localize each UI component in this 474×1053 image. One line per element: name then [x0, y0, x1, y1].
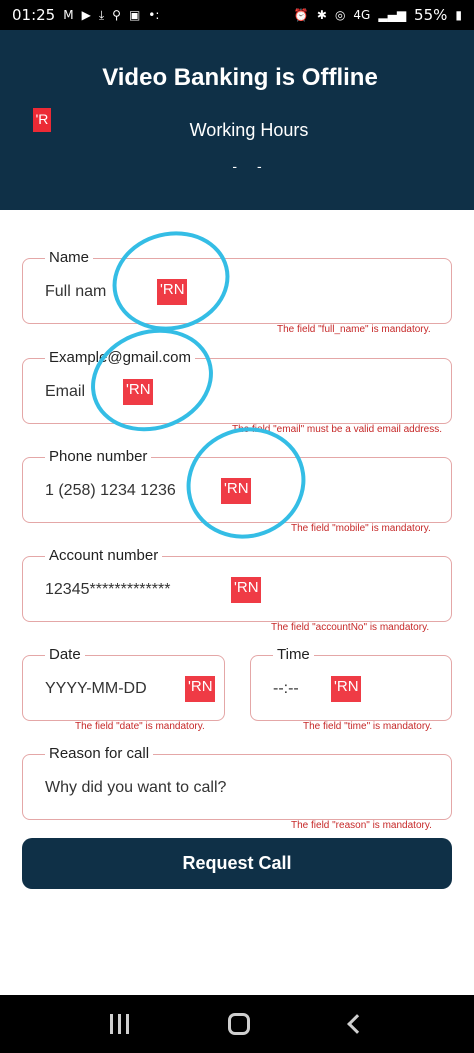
account-field[interactable]: Account number 12345************* 'RN: [22, 547, 452, 622]
alarm-icon: ⏰: [293, 8, 309, 22]
bluetooth-icon: ✱: [316, 8, 327, 22]
date-input[interactable]: YYYY-MM-DD: [45, 680, 147, 698]
working-hours-label: Working Hours: [189, 120, 309, 140]
reason-input[interactable]: Why did you want to call?: [45, 779, 226, 797]
account-input[interactable]: 12345*************: [45, 581, 205, 599]
dots-icon: •:: [148, 8, 160, 22]
screen-icon: ▣: [128, 8, 141, 22]
time-input[interactable]: --:--: [273, 680, 299, 698]
time-field[interactable]: Time --:-- 'RN: [250, 646, 452, 721]
back-icon[interactable]: [347, 1014, 368, 1034]
gmail-icon: M: [63, 8, 74, 22]
recent-apps-icon[interactable]: [109, 1014, 129, 1034]
home-icon[interactable]: [228, 1013, 251, 1035]
download-icon: ⤓: [98, 7, 105, 22]
status-time: 01:25: [12, 6, 56, 24]
email-field[interactable]: Example@gmail.com Email 'RN: [22, 349, 452, 424]
youtube-icon: ▶: [81, 8, 91, 22]
page-title: Video Banking is Offline: [102, 64, 378, 91]
usb-icon: ⚲: [112, 8, 121, 22]
account-error: The field "accountNo" is mandatory.: [271, 622, 430, 633]
nav-bar: [0, 995, 474, 1053]
annotation-circle: [77, 313, 227, 447]
name-field[interactable]: Name Full nam 'RN: [22, 249, 452, 324]
email-input[interactable]: Email: [45, 383, 85, 401]
date-label: Date: [45, 646, 85, 664]
phone-error: The field "mobile" is mandatory.: [291, 523, 431, 534]
reason-error: The field "reason" is mandatory.: [291, 820, 432, 831]
status-right: ⏰ ✱ ◎ 4G ▂▄▆ 55% ▮: [294, 6, 462, 24]
phone-label: Phone number: [45, 448, 152, 466]
annotation-circle: [101, 219, 241, 343]
working-hours-value: - -: [232, 158, 270, 174]
rn-badge: 'RN: [185, 676, 215, 702]
header: Video Banking is Offline 'R Working Hour…: [0, 30, 474, 210]
rn-badge: 'RN: [231, 577, 261, 603]
rn-badge: 'RN: [331, 676, 361, 702]
name-label: Name: [45, 249, 94, 267]
time-error: The field "time" is mandatory.: [303, 721, 433, 732]
date-field[interactable]: Date YYYY-MM-DD 'RN: [22, 646, 225, 721]
network-type: 4G: [353, 8, 371, 22]
hotspot-icon: ◎: [334, 8, 346, 22]
request-call-button[interactable]: Request Call: [22, 838, 452, 889]
signal-icon: ▂▄▆: [378, 8, 407, 22]
status-bar: 01:25 M ▶ ⤓ ⚲ ▣ •: ⏰ ✱ ◎ 4G ▂▄▆ 55% ▮: [0, 0, 474, 30]
battery-text: 55%: [414, 6, 448, 24]
phone-input[interactable]: 1 (258) 1234 1236: [45, 482, 185, 500]
status-left: 01:25 M ▶ ⤓ ⚲ ▣ •:: [12, 6, 159, 24]
name-error: The field "full_name" is mandatory.: [277, 324, 431, 335]
time-label: Time: [273, 646, 314, 664]
date-error: The field "date" is mandatory.: [75, 721, 205, 732]
reason-label: Reason for call: [45, 745, 154, 763]
battery-icon: ▮: [455, 8, 462, 22]
account-label: Account number: [45, 547, 163, 565]
reason-field[interactable]: Reason for call Why did you want to call…: [22, 745, 452, 820]
